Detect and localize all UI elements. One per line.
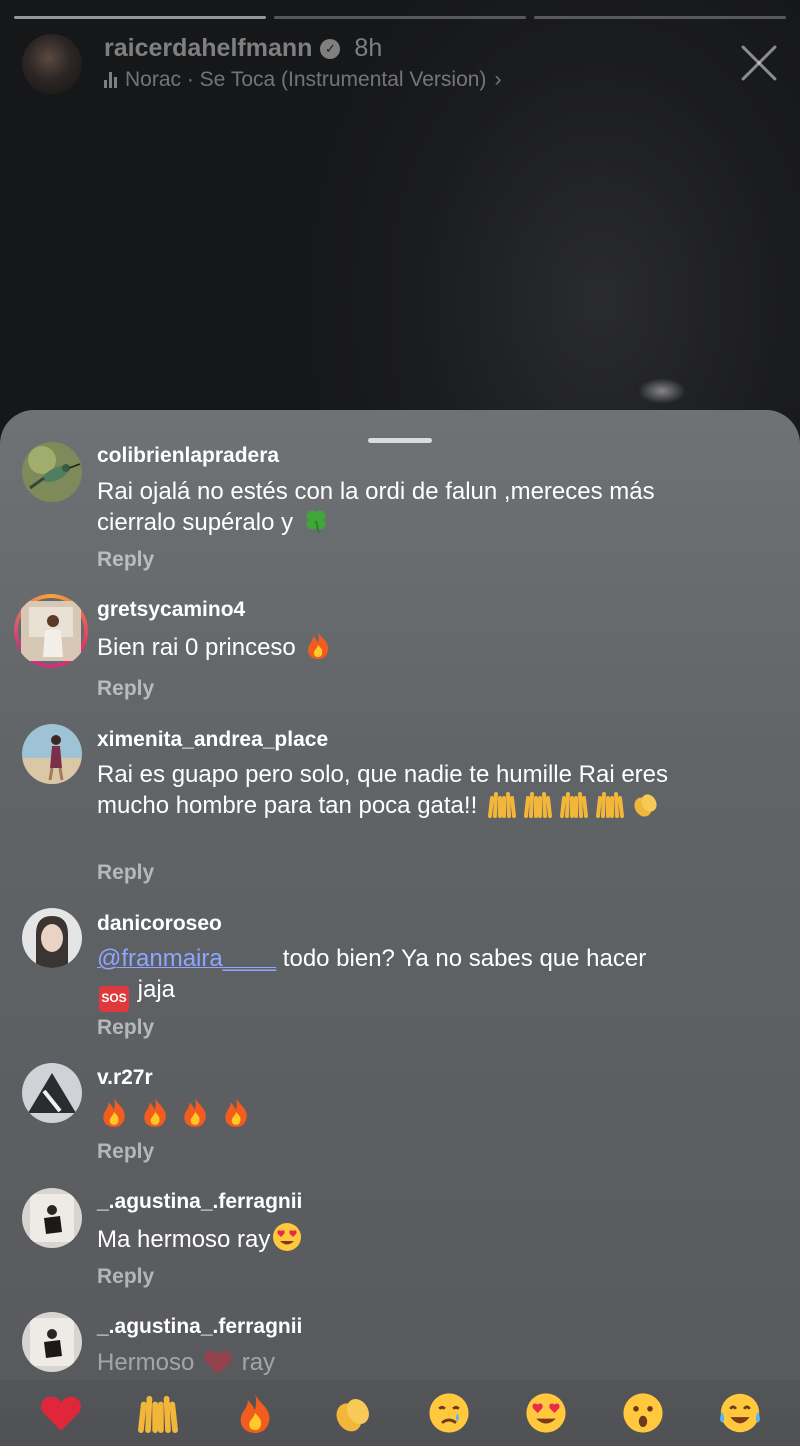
raising-hands-icon[interactable] xyxy=(134,1389,182,1437)
raising-hands-icon xyxy=(558,790,590,826)
story-user-row[interactable]: raicerdahelfmann ✓ 8h xyxy=(104,34,382,63)
fire-icon xyxy=(304,630,332,668)
crying-face-icon[interactable] xyxy=(425,1389,473,1437)
avatar[interactable] xyxy=(22,1188,82,1248)
avatar[interactable] xyxy=(14,594,88,668)
clapping-hands-icon xyxy=(630,790,660,826)
heart-eyes-icon[interactable] xyxy=(522,1389,570,1437)
avatar[interactable] xyxy=(22,1312,82,1372)
fire-icon xyxy=(99,1096,129,1136)
comment-username[interactable]: danicoroseo xyxy=(97,912,222,936)
four-leaf-clover-icon xyxy=(302,507,330,543)
comment-username[interactable]: _.agustina_.ferragnii xyxy=(97,1315,302,1339)
reply-button[interactable]: Reply xyxy=(97,861,154,885)
fire-icon[interactable] xyxy=(231,1389,279,1437)
emoji-group xyxy=(484,792,662,819)
reply-button[interactable]: Reply xyxy=(97,548,154,572)
reply-button[interactable]: Reply xyxy=(97,1140,154,1164)
raising-hands-icon xyxy=(594,790,626,826)
story-progress xyxy=(14,16,786,19)
surprised-face-icon[interactable] xyxy=(619,1389,667,1437)
sheet-drag-handle[interactable] xyxy=(368,438,432,443)
avatar[interactable] xyxy=(22,724,82,784)
tears-of-joy-icon[interactable] xyxy=(716,1389,764,1437)
comment-username[interactable]: v.r27r xyxy=(97,1066,153,1090)
progress-segment xyxy=(14,16,266,19)
comment-username[interactable]: gretsycamino4 xyxy=(97,598,245,622)
clapping-hands-icon[interactable] xyxy=(328,1389,376,1437)
story-avatar[interactable] xyxy=(22,34,82,94)
story-media-light xyxy=(638,378,686,404)
verified-badge-icon: ✓ xyxy=(320,38,341,59)
story-time: 8h xyxy=(354,34,383,62)
story-screen: raicerdahelfmann ✓ 8h Norac · Se Toca (I… xyxy=(0,0,800,1446)
chevron-right-icon: › xyxy=(494,68,502,91)
comment-emoji-row xyxy=(97,1096,737,1136)
fire-icon xyxy=(140,1096,170,1136)
avatar[interactable] xyxy=(22,442,82,502)
close-button[interactable] xyxy=(736,40,782,86)
comments-sheet: colibrienlapradera Rai ojalá no estés co… xyxy=(0,410,800,1446)
heart-eyes-icon xyxy=(272,1222,302,1260)
music-attribution[interactable]: Norac · Se Toca (Instrumental Version) › xyxy=(104,68,501,92)
story-username[interactable]: raicerdahelfmann xyxy=(104,34,312,63)
comment-text: Ma hermoso ray xyxy=(97,1222,737,1260)
avatar[interactable] xyxy=(22,908,82,968)
fire-icon xyxy=(221,1096,251,1136)
progress-segment xyxy=(534,16,786,19)
comment-text: Hermoso ray xyxy=(97,1347,737,1383)
audio-wave-icon xyxy=(104,72,117,88)
fire-icon xyxy=(180,1096,210,1136)
mention-link[interactable]: @franmaira____ xyxy=(97,945,276,972)
music-title[interactable]: Norac · Se Toca (Instrumental Version) xyxy=(125,68,486,92)
red-heart-icon xyxy=(203,1349,233,1383)
reply-button[interactable]: Reply xyxy=(97,677,154,701)
comment-text: @franmaira____ todo bien? Ya no sabes qu… xyxy=(97,943,717,1012)
red-heart-icon[interactable] xyxy=(37,1389,85,1437)
comment-text: Bien rai 0 princeso xyxy=(97,630,737,668)
sos-icon: SOS xyxy=(99,985,129,1012)
comment-username[interactable]: ximenita_andrea_place xyxy=(97,728,328,752)
comment-username[interactable]: colibrienlapradera xyxy=(97,444,279,468)
comment-username[interactable]: _.agustina_.ferragnii xyxy=(97,1190,302,1214)
raising-hands-icon xyxy=(486,790,518,826)
comment-text: Rai es guapo pero solo, que nadie te hum… xyxy=(97,759,697,826)
quick-reactions-bar xyxy=(0,1380,800,1446)
story-header: raicerdahelfmann ✓ 8h Norac · Se Toca (I… xyxy=(22,32,782,96)
avatar[interactable] xyxy=(22,1063,82,1123)
progress-segment xyxy=(274,16,526,19)
raising-hands-icon xyxy=(522,790,554,826)
comment-text: Rai ojalá no estés con la ordi de falun … xyxy=(97,476,737,543)
reply-button[interactable]: Reply xyxy=(97,1265,154,1289)
reply-button[interactable]: Reply xyxy=(97,1016,154,1040)
